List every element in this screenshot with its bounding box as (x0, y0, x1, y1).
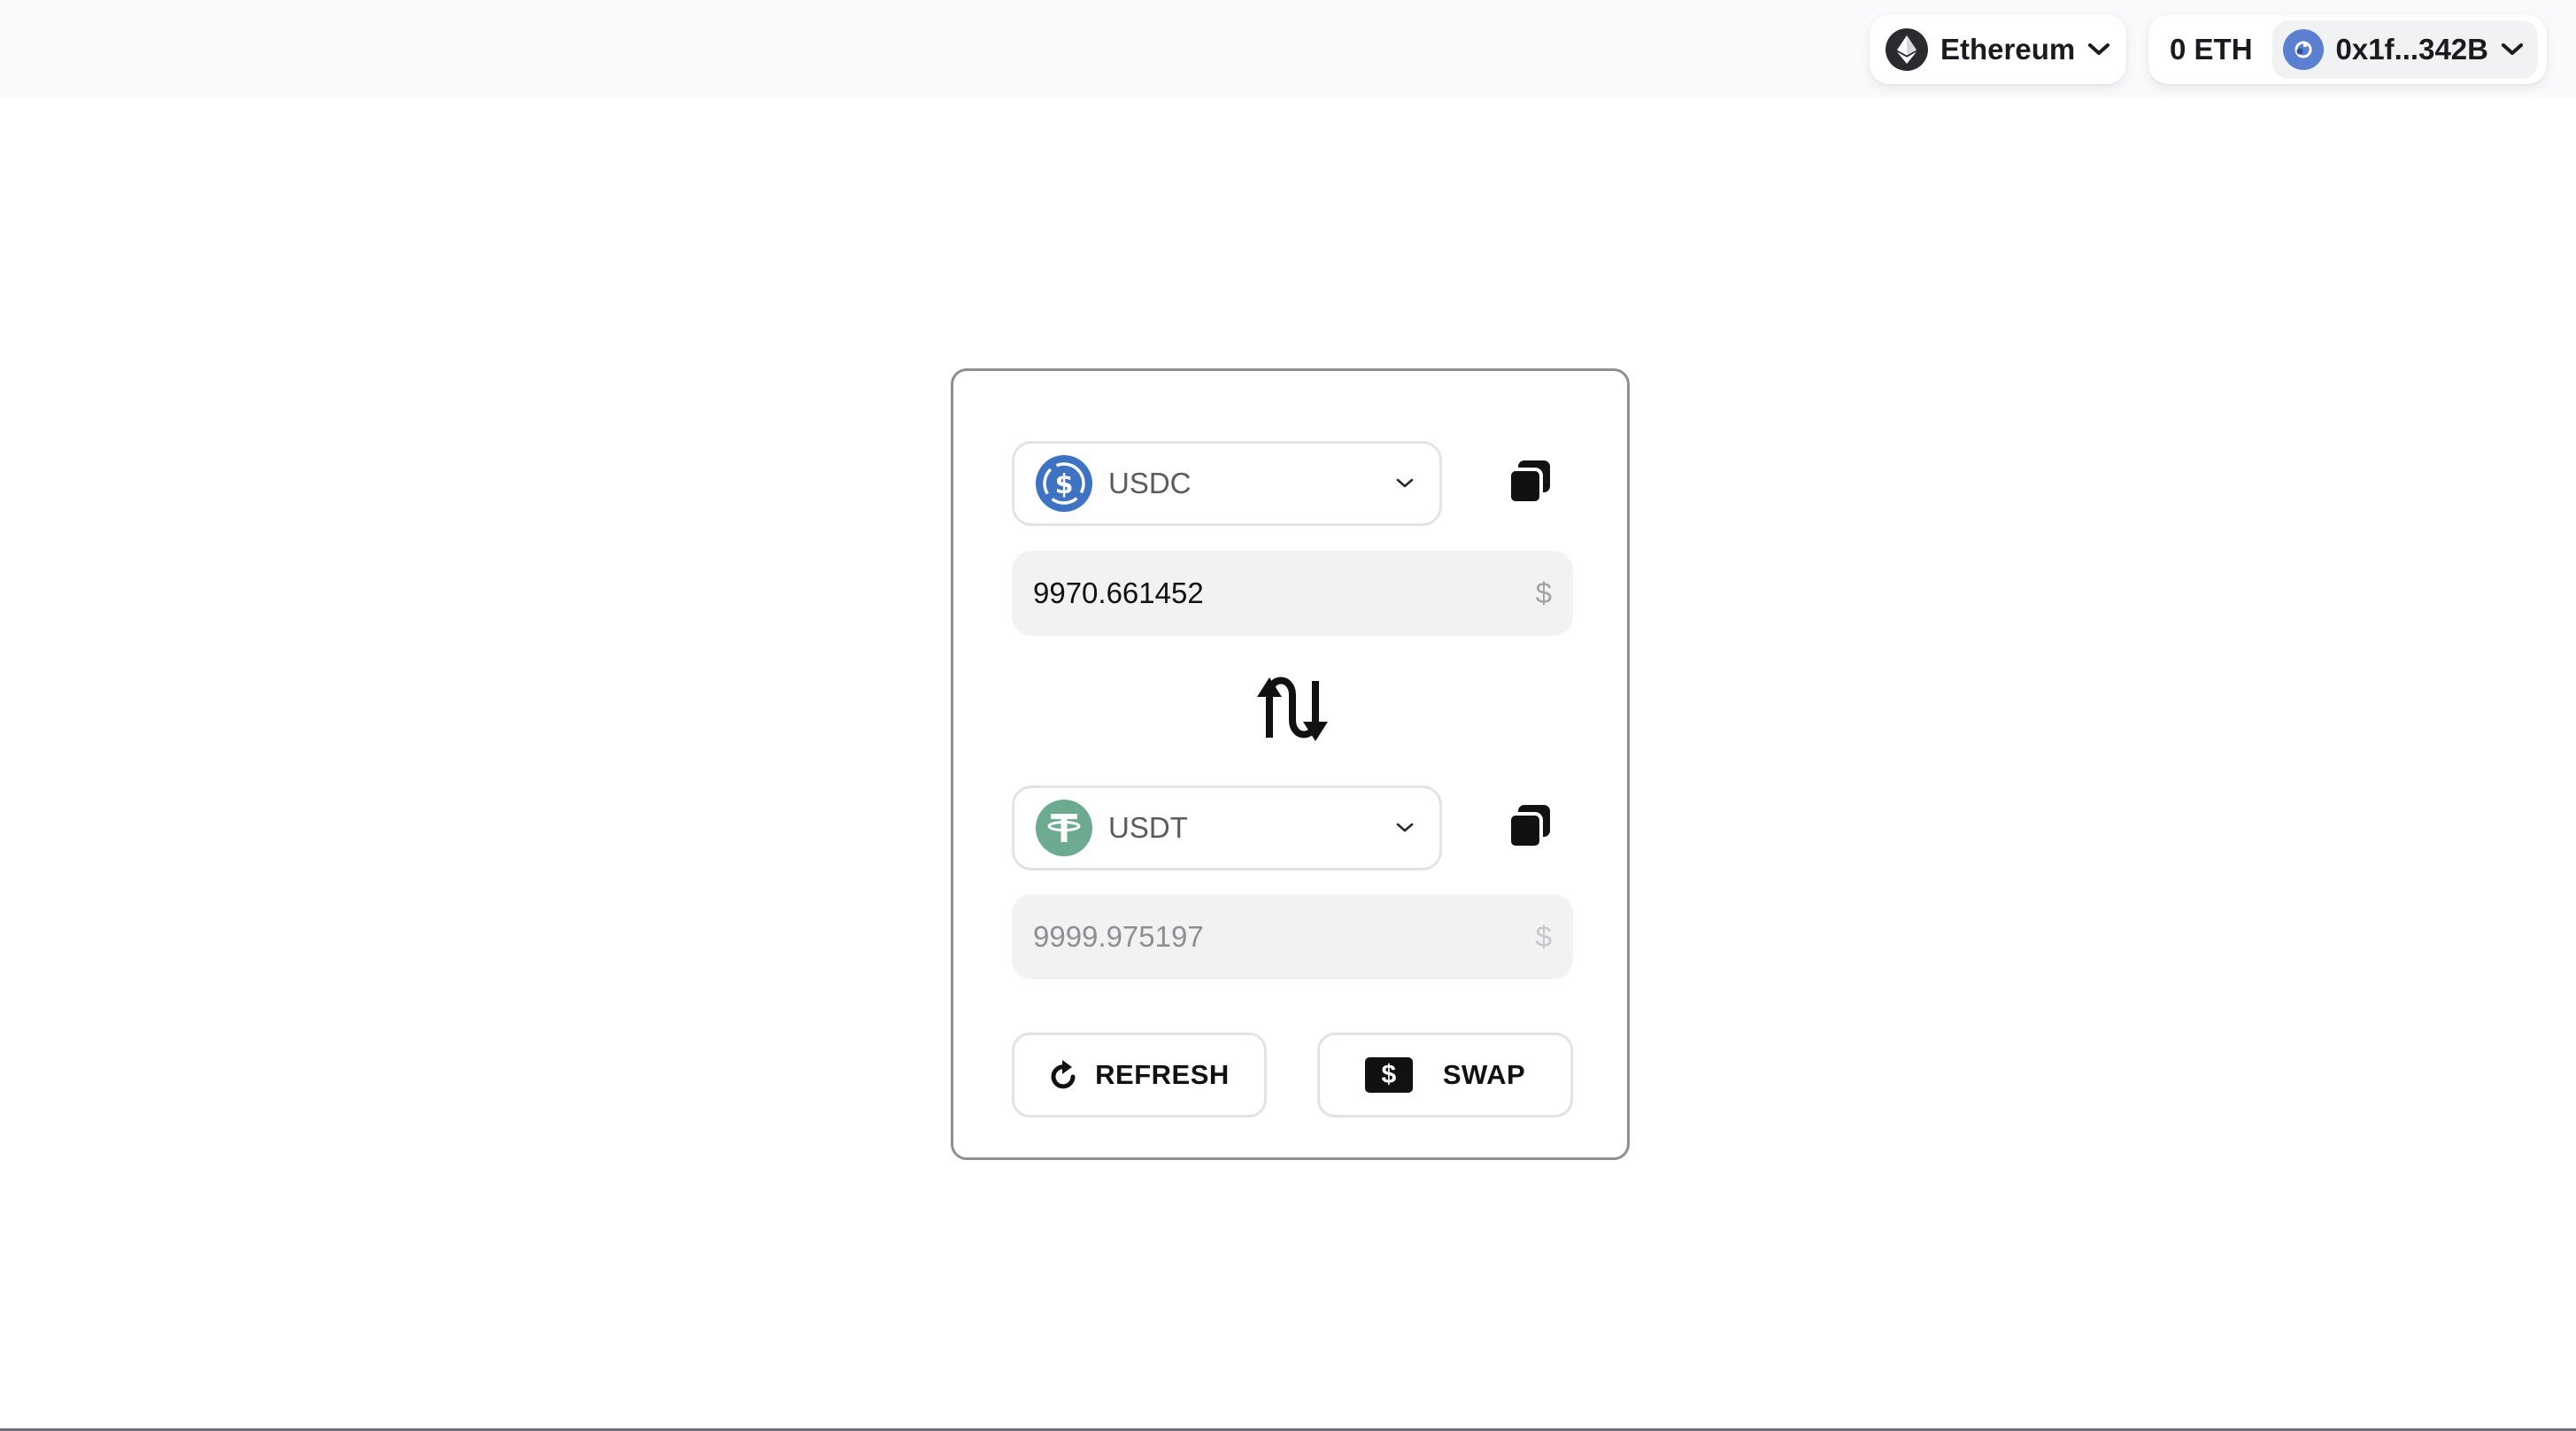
cash-icon: $ (1364, 1057, 1413, 1093)
account-address: 0x1f...342B (2335, 33, 2488, 66)
network-label: Ethereum (1940, 33, 2076, 66)
chevron-down-icon (2501, 43, 2524, 57)
ethereum-icon (1886, 28, 1928, 71)
usdc-icon: $ (1036, 455, 1092, 512)
refresh-button[interactable]: REFRESH (1012, 1033, 1267, 1118)
chevron-down-icon (2087, 43, 2110, 57)
from-amount-field[interactable]: $ (1012, 551, 1573, 636)
chevron-down-icon (1395, 822, 1415, 834)
swap-card: $ USDC $ (951, 368, 1630, 1160)
from-currency-symbol: $ (1535, 576, 1552, 609)
swap-direction-icon (1250, 674, 1335, 747)
to-token-name: USDT (1108, 811, 1188, 844)
network-selector[interactable]: Ethereum (1870, 15, 2126, 84)
copy-icon (1506, 459, 1552, 509)
from-token-select[interactable]: $ USDC (1012, 441, 1442, 526)
to-amount-field: $ (1012, 894, 1573, 979)
swap-button[interactable]: $ SWAP (1317, 1033, 1573, 1118)
account-pill: 0 ETH 0x1f...342B (2148, 15, 2547, 84)
avatar-icon (2282, 29, 2324, 70)
to-amount-input (1033, 920, 1536, 954)
svg-text:$: $ (1055, 469, 1074, 500)
from-amount-input[interactable] (1033, 576, 1536, 610)
account-selector[interactable]: 0x1f...342B (2271, 20, 2538, 79)
usdt-icon (1036, 800, 1092, 856)
refresh-label: REFRESH (1095, 1059, 1230, 1090)
header-bar: Ethereum 0 ETH 0x1f...342B (0, 0, 2576, 97)
switch-tokens-button[interactable] (1248, 675, 1337, 746)
chevron-down-icon (1395, 477, 1415, 490)
copy-icon (1506, 803, 1552, 854)
swap-label: SWAP (1442, 1059, 1526, 1090)
copy-from-button[interactable] (1504, 459, 1554, 508)
to-currency-symbol: $ (1535, 920, 1552, 953)
to-token-select[interactable]: USDT (1012, 785, 1442, 870)
refresh-icon (1049, 1056, 1079, 1095)
from-token-name: USDC (1108, 467, 1192, 499)
eth-balance: 0 ETH (2170, 33, 2253, 66)
copy-to-button[interactable] (1504, 803, 1554, 853)
